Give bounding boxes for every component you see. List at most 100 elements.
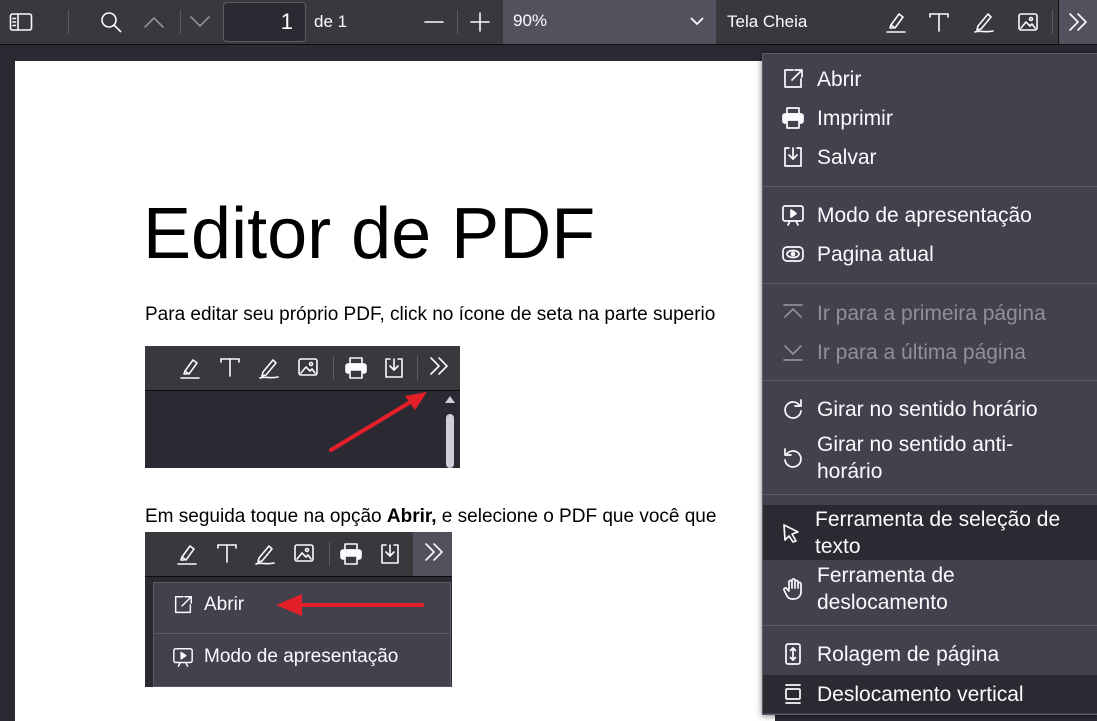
cursor-icon xyxy=(777,519,805,547)
text-icon xyxy=(216,542,238,564)
menu-item-label: Rolagem de página xyxy=(817,642,1000,666)
menu-item-label: Girar no sentido horário xyxy=(817,397,1038,421)
menu-divider xyxy=(763,380,1097,381)
menu-item-last-page[interactable]: Ir para a última página xyxy=(763,335,1097,369)
menu-item-label: Deslocamento vertical xyxy=(817,682,1024,706)
menu-item-vertical-scrolling[interactable]: Deslocamento vertical xyxy=(763,675,1097,713)
text-icon xyxy=(219,356,241,378)
menu-item-rotate-clockwise[interactable]: Girar no sentido horário xyxy=(763,392,1097,426)
menu-divider xyxy=(763,283,1097,284)
page-scroll-icon xyxy=(779,640,807,668)
menu-divider xyxy=(763,186,1097,187)
presentation-icon xyxy=(779,201,807,229)
embedded-menu-item-label: Modo de apresentação xyxy=(204,646,399,667)
draw-icon xyxy=(253,542,277,566)
menu-item-presentation-mode[interactable]: Modo de apresentação xyxy=(763,198,1097,232)
save-download-icon xyxy=(779,143,807,171)
menu-item-label: Pagina atual xyxy=(817,242,934,266)
toolbar-divider xyxy=(333,356,334,380)
bold-text: Abrir, xyxy=(386,506,437,527)
document-paragraph: Em seguida toque na opção Abrir, e selec… xyxy=(145,506,716,528)
menu-item-rotate-counterclockwise[interactable]: Girar no sentido anti-horário xyxy=(763,430,1097,486)
toolbar-divider xyxy=(1052,10,1053,34)
zoom-out-icon xyxy=(424,12,444,32)
menu-item-label: Ferramenta de deslocamento xyxy=(817,564,955,614)
embedded-menu-screenshot: Abrir Modo de apresentação xyxy=(145,532,452,687)
menu-divider xyxy=(763,625,1097,626)
document-paragraph: Para editar seu próprio PDF, click no íc… xyxy=(145,304,716,325)
save-download-icon xyxy=(378,542,402,566)
text-icon xyxy=(928,11,950,33)
first-page-icon xyxy=(779,299,807,327)
double-chevron-right-icon xyxy=(428,356,450,376)
highlight-icon xyxy=(178,356,202,380)
vertical-scroll-icon xyxy=(779,680,807,708)
menu-item-hand-tool[interactable]: Ferramenta de deslocamento xyxy=(763,561,1097,617)
toolbar-divider xyxy=(457,10,458,34)
previous-page-button[interactable] xyxy=(137,0,171,44)
menu-item-print[interactable]: Imprimir xyxy=(763,101,1097,135)
print-icon xyxy=(339,542,363,566)
menu-divider xyxy=(763,494,1097,495)
draw-button[interactable] xyxy=(968,0,1000,44)
menu-item-text-selection-tool[interactable]: Ferramenta de seleção de texto xyxy=(763,505,1097,560)
last-page-icon xyxy=(779,338,807,366)
search-icon xyxy=(100,11,122,33)
menu-item-label: Abrir xyxy=(817,67,862,91)
add-image-button[interactable] xyxy=(1012,0,1044,44)
paragraph-text: Em seguida toque na opção xyxy=(145,506,387,527)
red-arrow xyxy=(274,585,424,625)
sidebar-toggle-icon xyxy=(9,12,33,32)
open-external-icon xyxy=(174,596,192,614)
draw-icon xyxy=(972,10,996,34)
chevron-down-icon xyxy=(690,16,704,26)
highlight-icon xyxy=(175,542,199,566)
document-title: Editor de PDF xyxy=(143,194,596,274)
zoom-value: 90% xyxy=(513,11,548,30)
chevron-down-icon xyxy=(189,15,211,29)
save-download-icon xyxy=(382,356,406,380)
menu-item-label: Modo de apresentação xyxy=(817,203,1032,227)
paragraph-text: e selecione o PDF que você que xyxy=(436,506,717,527)
embedded-toolbar-screenshot xyxy=(145,346,460,468)
image-icon xyxy=(1017,11,1039,33)
zoom-in-button[interactable] xyxy=(463,0,497,44)
add-text-button[interactable] xyxy=(923,0,955,44)
red-arrow xyxy=(325,388,435,456)
menu-divider xyxy=(154,633,450,634)
toolbar-divider xyxy=(180,10,181,34)
zoom-in-icon xyxy=(470,12,490,32)
zoom-select[interactable]: 90% xyxy=(503,0,716,44)
zoom-out-button[interactable] xyxy=(417,0,451,44)
pdf-page: Editor de PDF Para editar seu próprio PD… xyxy=(15,61,775,721)
menu-item-first-page[interactable]: Ir para a primeira página xyxy=(763,296,1097,330)
menu-item-page-scrolling[interactable]: Rolagem de página xyxy=(763,637,1097,671)
menu-item-save[interactable]: Salvar xyxy=(763,140,1097,174)
presentation-icon xyxy=(173,648,193,667)
image-icon xyxy=(293,542,315,564)
toolbar-divider xyxy=(417,356,418,380)
toolbar-divider xyxy=(329,542,330,566)
menu-item-label: Imprimir xyxy=(817,106,893,130)
highlight-button[interactable] xyxy=(880,0,912,44)
more-tools-button[interactable] xyxy=(1058,0,1097,44)
double-chevron-right-icon xyxy=(423,542,445,562)
sidebar-toggle-button[interactable] xyxy=(4,0,38,44)
menu-item-current-page[interactable]: Pagina atual xyxy=(763,237,1097,271)
menu-item-label: Ir para a primeira página xyxy=(817,301,1046,325)
toolbar-divider xyxy=(68,10,69,34)
page-number-input[interactable] xyxy=(223,2,306,42)
menu-item-label: Ir para a última página xyxy=(817,340,1026,364)
menu-item-open[interactable]: Abrir xyxy=(763,62,1097,96)
pdf-toolbar: de 1 90% Tela Cheia xyxy=(0,0,1097,45)
page-count-label: de 1 xyxy=(314,12,348,31)
eye-icon xyxy=(779,240,807,268)
embedded-toolbar xyxy=(145,346,460,391)
open-external-icon xyxy=(779,65,807,93)
embedded-toolbar xyxy=(145,532,452,577)
double-chevron-right-icon xyxy=(1067,12,1089,32)
secondary-toolbar-menu: Abrir Imprimir Salvar Modo de apresentaç… xyxy=(762,53,1097,715)
find-button[interactable] xyxy=(94,0,128,44)
fullscreen-button[interactable]: Tela Cheia xyxy=(727,12,807,32)
next-page-button[interactable] xyxy=(183,0,217,44)
